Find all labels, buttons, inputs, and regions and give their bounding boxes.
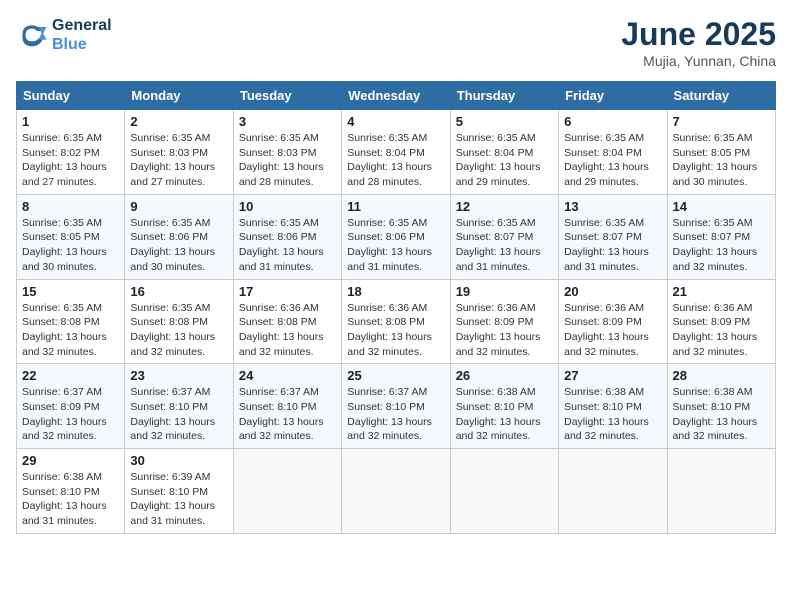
page-header: General Blue June 2025 Mujia, Yunnan, Ch… — [16, 16, 776, 69]
title-block: June 2025 Mujia, Yunnan, China — [621, 16, 776, 69]
month-title: June 2025 — [621, 16, 776, 53]
table-row: 19Sunrise: 6:36 AMSunset: 8:09 PMDayligh… — [450, 279, 558, 364]
table-row: 30Sunrise: 6:39 AMSunset: 8:10 PMDayligh… — [125, 449, 233, 534]
table-row: 6Sunrise: 6:35 AMSunset: 8:04 PMDaylight… — [559, 110, 667, 195]
col-header-saturday: Saturday — [667, 82, 775, 110]
table-row: 26Sunrise: 6:38 AMSunset: 8:10 PMDayligh… — [450, 364, 558, 449]
table-row: 2Sunrise: 6:35 AMSunset: 8:03 PMDaylight… — [125, 110, 233, 195]
table-row: 22Sunrise: 6:37 AMSunset: 8:09 PMDayligh… — [17, 364, 125, 449]
calendar-week-3: 15Sunrise: 6:35 AMSunset: 8:08 PMDayligh… — [17, 279, 776, 364]
table-row: 13Sunrise: 6:35 AMSunset: 8:07 PMDayligh… — [559, 194, 667, 279]
table-row: 18Sunrise: 6:36 AMSunset: 8:08 PMDayligh… — [342, 279, 450, 364]
calendar-week-5: 29Sunrise: 6:38 AMSunset: 8:10 PMDayligh… — [17, 449, 776, 534]
table-row: 20Sunrise: 6:36 AMSunset: 8:09 PMDayligh… — [559, 279, 667, 364]
table-row: 5Sunrise: 6:35 AMSunset: 8:04 PMDaylight… — [450, 110, 558, 195]
table-row: 3Sunrise: 6:35 AMSunset: 8:03 PMDaylight… — [233, 110, 341, 195]
table-row: 28Sunrise: 6:38 AMSunset: 8:10 PMDayligh… — [667, 364, 775, 449]
col-header-wednesday: Wednesday — [342, 82, 450, 110]
table-row: 11Sunrise: 6:35 AMSunset: 8:06 PMDayligh… — [342, 194, 450, 279]
calendar-week-2: 8Sunrise: 6:35 AMSunset: 8:05 PMDaylight… — [17, 194, 776, 279]
logo-icon — [16, 19, 48, 51]
table-row: 25Sunrise: 6:37 AMSunset: 8:10 PMDayligh… — [342, 364, 450, 449]
calendar-week-4: 22Sunrise: 6:37 AMSunset: 8:09 PMDayligh… — [17, 364, 776, 449]
table-row: 8Sunrise: 6:35 AMSunset: 8:05 PMDaylight… — [17, 194, 125, 279]
logo: General Blue — [16, 16, 112, 54]
table-row: 1Sunrise: 6:35 AMSunset: 8:02 PMDaylight… — [17, 110, 125, 195]
table-row: 9Sunrise: 6:35 AMSunset: 8:06 PMDaylight… — [125, 194, 233, 279]
table-row: 16Sunrise: 6:35 AMSunset: 8:08 PMDayligh… — [125, 279, 233, 364]
table-row — [559, 449, 667, 534]
col-header-sunday: Sunday — [17, 82, 125, 110]
table-row: 12Sunrise: 6:35 AMSunset: 8:07 PMDayligh… — [450, 194, 558, 279]
col-header-monday: Monday — [125, 82, 233, 110]
table-row — [450, 449, 558, 534]
location: Mujia, Yunnan, China — [621, 53, 776, 69]
table-row: 23Sunrise: 6:37 AMSunset: 8:10 PMDayligh… — [125, 364, 233, 449]
table-row: 27Sunrise: 6:38 AMSunset: 8:10 PMDayligh… — [559, 364, 667, 449]
col-header-tuesday: Tuesday — [233, 82, 341, 110]
table-row: 17Sunrise: 6:36 AMSunset: 8:08 PMDayligh… — [233, 279, 341, 364]
table-row: 21Sunrise: 6:36 AMSunset: 8:09 PMDayligh… — [667, 279, 775, 364]
table-row: 24Sunrise: 6:37 AMSunset: 8:10 PMDayligh… — [233, 364, 341, 449]
table-row: 7Sunrise: 6:35 AMSunset: 8:05 PMDaylight… — [667, 110, 775, 195]
table-row: 10Sunrise: 6:35 AMSunset: 8:06 PMDayligh… — [233, 194, 341, 279]
calendar-week-1: 1Sunrise: 6:35 AMSunset: 8:02 PMDaylight… — [17, 110, 776, 195]
col-header-friday: Friday — [559, 82, 667, 110]
col-header-thursday: Thursday — [450, 82, 558, 110]
calendar-header-row: SundayMondayTuesdayWednesdayThursdayFrid… — [17, 82, 776, 110]
table-row: 29Sunrise: 6:38 AMSunset: 8:10 PMDayligh… — [17, 449, 125, 534]
table-row — [342, 449, 450, 534]
table-row: 14Sunrise: 6:35 AMSunset: 8:07 PMDayligh… — [667, 194, 775, 279]
table-row — [667, 449, 775, 534]
logo-text: General Blue — [52, 16, 112, 54]
table-row: 4Sunrise: 6:35 AMSunset: 8:04 PMDaylight… — [342, 110, 450, 195]
table-row — [233, 449, 341, 534]
calendar-table: SundayMondayTuesdayWednesdayThursdayFrid… — [16, 81, 776, 534]
table-row: 15Sunrise: 6:35 AMSunset: 8:08 PMDayligh… — [17, 279, 125, 364]
